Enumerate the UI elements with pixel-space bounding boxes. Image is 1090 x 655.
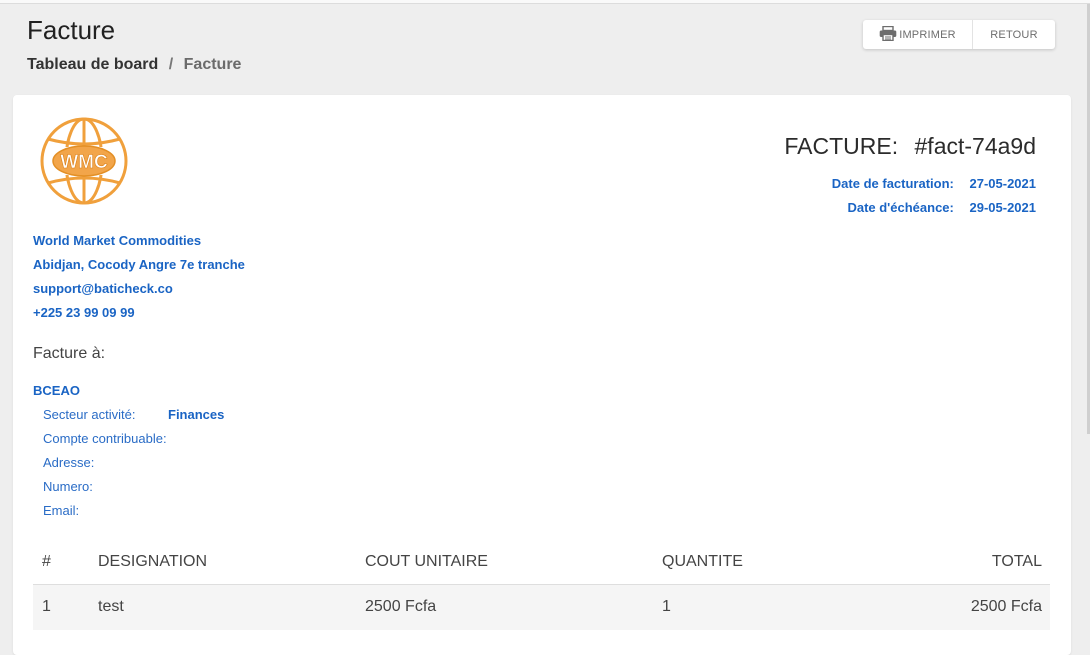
client-taxpayer-label: Compte contribuable: [43, 431, 167, 446]
company-email: support@baticheck.co [33, 281, 173, 296]
company-name: World Market Commodities [33, 233, 202, 248]
invoice-dates: Date de facturation: 27-05-2021 Date d'é… [832, 176, 1036, 224]
invoice-items-table: # DESIGNATION COUT UNITAIRE QUANTITE TOT… [33, 540, 1050, 630]
invoice-title: FACTURE: #fact-74a9d [784, 133, 1036, 160]
due-date-value: 29-05-2021 [969, 200, 1037, 215]
row-number: 1 [42, 598, 51, 615]
invoice-number: #fact-74a9d [914, 133, 1036, 159]
company-phone: +225 23 99 09 99 [33, 305, 135, 320]
invoice-date-label: Date de facturation: [831, 176, 954, 191]
company-logo: WMC [37, 116, 131, 206]
svg-text:WMC: WMC [60, 152, 108, 173]
client-details: Secteur activité: Finances Compte contri… [43, 407, 224, 527]
due-date-label: Date d'échéance: [847, 200, 954, 215]
company-address: Abidjan, Cocody Angre 7e tranche [33, 257, 245, 272]
breadcrumb-dashboard-link[interactable]: Tableau de board [27, 56, 158, 73]
top-border [0, 0, 1090, 4]
column-header-designation: DESIGNATION [98, 553, 208, 570]
invoice-date-value: 27-05-2021 [969, 176, 1037, 191]
column-header-total: TOTAL [991, 553, 1042, 570]
row-quantity: 1 [662, 598, 671, 615]
client-address-label: Adresse: [43, 455, 95, 470]
table-header: # DESIGNATION COUT UNITAIRE QUANTITE TOT… [33, 540, 1050, 585]
back-button[interactable]: RETOUR [973, 20, 1055, 49]
breadcrumb-current: Facture [183, 56, 242, 73]
row-total: 2500 Fcfa [970, 598, 1042, 615]
breadcrumb-separator: / [168, 56, 174, 73]
client-number-label: Numero: [43, 479, 93, 494]
page-title: Facture [27, 15, 116, 45]
column-header-unit-cost: COUT UNITAIRE [365, 553, 488, 570]
client-sector-value: Finances [168, 407, 225, 422]
client-email-label: Email: [43, 503, 80, 518]
table-row: 1 test 2500 Fcfa 1 2500 Fcfa [33, 585, 1050, 630]
client-sector-label: Secteur activité: [43, 407, 136, 422]
row-unit-cost: 2500 Fcfa [365, 598, 437, 615]
invoice-title-label: FACTURE: [784, 133, 899, 159]
column-header-number: # [42, 553, 51, 570]
client-name: BCEAO [33, 383, 80, 398]
action-button-group: IMPRIMER RETOUR [863, 20, 1055, 49]
printer-icon [879, 25, 899, 44]
row-designation: test [98, 598, 124, 615]
print-button-label: IMPRIMER [899, 28, 956, 41]
company-info: World Market Commodities Abidjan, Cocody… [33, 233, 245, 329]
back-button-label: RETOUR [990, 28, 1038, 41]
bill-to-heading: Facture à: [33, 345, 106, 362]
print-button[interactable]: IMPRIMER [863, 20, 973, 49]
column-header-quantity: QUANTITE [662, 553, 743, 570]
breadcrumb: Tableau de board / Facture [27, 56, 241, 74]
